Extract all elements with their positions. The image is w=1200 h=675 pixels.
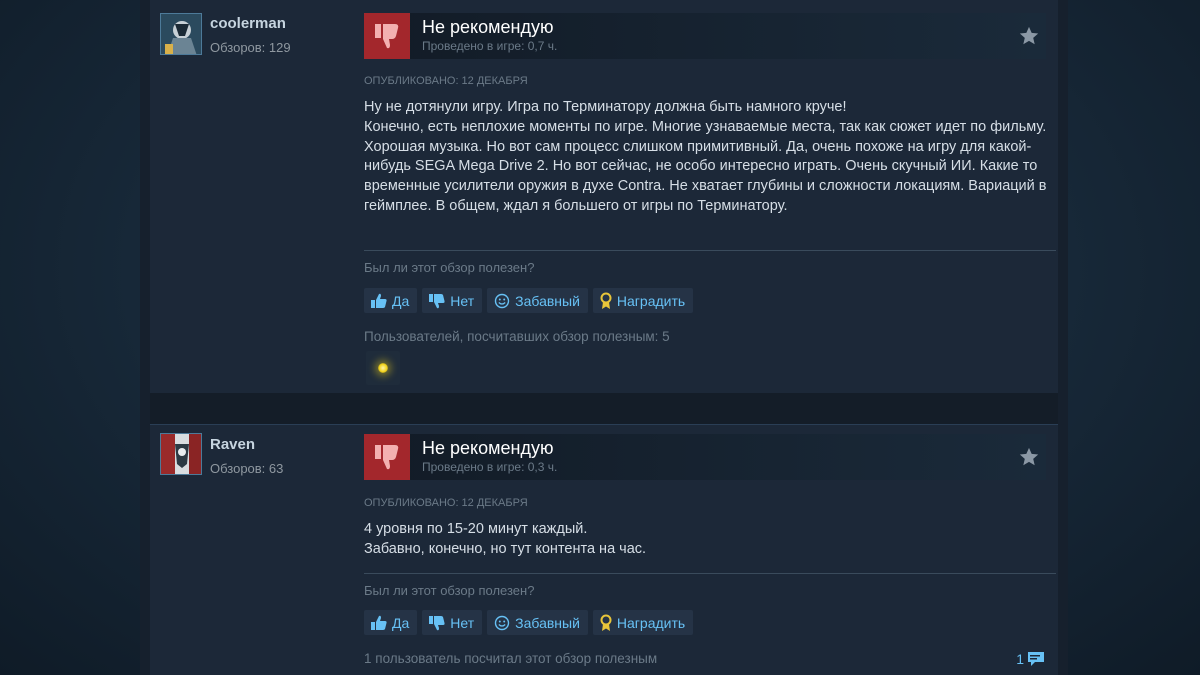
verdict-title: Не рекомендую <box>422 17 554 37</box>
review-text-line: Конечно, есть неплохие моменты по игре. … <box>364 118 1047 214</box>
review-text: Ну не дотянули игру. Игра по Терминатору… <box>364 98 1054 217</box>
avatar-image-icon <box>161 14 201 54</box>
review-text-line: 4 уровня по 15-20 минут каждый. <box>364 521 588 537</box>
award-glow-icon <box>378 363 388 373</box>
vote-no-label: Нет <box>450 614 475 631</box>
review-verdict-header[interactable]: Не рекомендую Проведено в игре: 0,7 ч. <box>364 13 1046 59</box>
author-name[interactable]: Raven <box>210 436 255 453</box>
vote-buttons: Да Нет Забавный Наградить <box>364 610 694 635</box>
comments-count: 1 <box>1016 651 1024 667</box>
smiley-icon <box>493 293 511 309</box>
vote-no-button[interactable]: Нет <box>422 610 483 635</box>
review-card: coolerman Обзоров: 129 Не рекомендую Про… <box>150 0 1058 393</box>
star-icon[interactable] <box>1018 25 1040 52</box>
received-award[interactable] <box>366 351 400 385</box>
review-separator <box>150 393 1058 424</box>
thumbs-down-icon <box>375 24 399 49</box>
review-text-line: Забавно, конечно, но тут контента на час… <box>364 540 647 557</box>
vote-funny-label: Забавный <box>515 292 580 309</box>
author-name[interactable]: coolerman <box>210 15 286 32</box>
vote-buttons: Да Нет Забавный Наградить <box>364 288 694 313</box>
vote-funny-button[interactable]: Забавный <box>487 288 588 313</box>
vote-yes-label: Да <box>392 614 410 631</box>
author-reviews-count[interactable]: Обзоров: 129 <box>210 40 291 55</box>
review-card: Raven Обзоров: 63 Не рекомендую Проведен… <box>150 424 1058 675</box>
hours-played: Проведено в игре: 0,7 ч. <box>422 39 558 53</box>
helpful-count: 1 пользователь посчитал этот обзор полез… <box>364 651 658 666</box>
speech-bubble-icon <box>1026 649 1046 669</box>
smiley-icon <box>493 615 511 631</box>
vote-no-button[interactable]: Нет <box>422 288 483 313</box>
vote-yes-button[interactable]: Да <box>364 610 418 635</box>
thumbs-down-icon <box>428 293 446 309</box>
award-button[interactable]: Наградить <box>592 610 694 635</box>
not-recommended-badge <box>364 13 410 59</box>
author-reviews-count[interactable]: Обзоров: 63 <box>210 461 283 476</box>
helpful-count: Пользователей, посчитавших обзор полезны… <box>364 329 670 344</box>
helpful-question: Был ли этот обзор полезен? <box>364 260 535 275</box>
posted-date: Опубликовано: 12 декабря <box>364 497 528 509</box>
divider <box>364 250 1056 251</box>
vote-no-label: Нет <box>450 292 475 309</box>
award-ribbon-icon <box>599 614 613 632</box>
award-label: Наградить <box>616 292 686 309</box>
avatar-image-icon <box>161 434 201 474</box>
thumbs-down-icon <box>375 445 399 470</box>
helpful-question: Был ли этот обзор полезен? <box>364 583 535 598</box>
thumbs-down-icon <box>428 615 446 631</box>
not-recommended-badge <box>364 434 410 480</box>
vote-yes-label: Да <box>392 292 410 309</box>
verdict-title: Не рекомендую <box>422 438 554 458</box>
review-text-line: Ну не дотянули игру. Игра по Терминатору… <box>364 99 847 115</box>
vote-funny-label: Забавный <box>515 614 580 631</box>
review-verdict-header[interactable]: Не рекомендую Проведено в игре: 0,3 ч. <box>364 434 1046 480</box>
vote-funny-button[interactable]: Забавный <box>487 610 588 635</box>
hours-played: Проведено в игре: 0,3 ч. <box>422 460 558 474</box>
award-ribbon-icon <box>599 292 613 310</box>
star-icon[interactable] <box>1018 446 1040 473</box>
award-button[interactable]: Наградить <box>592 288 694 313</box>
thumbs-up-icon <box>370 615 388 631</box>
avatar[interactable] <box>160 433 202 475</box>
award-label: Наградить <box>616 614 686 631</box>
review-text: 4 уровня по 15-20 минут каждый. Забавно,… <box>364 520 1054 560</box>
thumbs-up-icon <box>370 293 388 309</box>
divider <box>364 573 1056 574</box>
vote-yes-button[interactable]: Да <box>364 288 418 313</box>
avatar[interactable] <box>160 13 202 55</box>
posted-date: Опубликовано: 12 декабря <box>364 75 528 87</box>
comments-link[interactable]: 1 <box>1016 649 1046 669</box>
